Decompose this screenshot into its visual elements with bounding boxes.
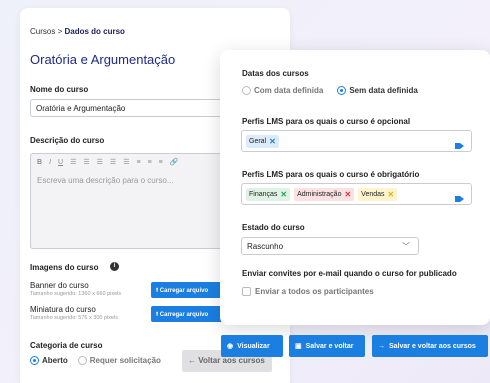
state-select[interactable]: Rascunho ﹀ <box>241 237 419 255</box>
radio-requer-label: Requer solicitação <box>89 356 161 365</box>
breadcrumb-current: Dados do curso <box>64 27 125 36</box>
eye-icon: ◉ <box>227 343 234 350</box>
tag-icon <box>455 190 464 202</box>
toolbar-button[interactable]: ☰ <box>70 158 76 166</box>
invites-label: Enviar convites por e-mail quando o curs… <box>242 269 457 278</box>
radio-sem-data[interactable]: Sem data definida <box>337 86 418 96</box>
toolbar-button[interactable]: B <box>37 159 42 166</box>
profile-tag-label: Administração <box>297 190 342 198</box>
radio-aberto-label: Aberto <box>42 356 68 365</box>
banner-label: Banner do curso <box>30 281 89 290</box>
checkbox-icon <box>242 287 251 296</box>
banner-upload-label: Carregar arquivo <box>159 288 209 294</box>
thumbnail-label: Miniatura do curso <box>30 305 96 314</box>
radio-sem-data-label: Sem data definida <box>349 86 418 95</box>
tag-icon <box>455 137 464 149</box>
description-editor[interactable]: B I U ☰ ☰ ☰ ☰ ☰ ≡ ≡ ≡ 🔗 Escreva uma descrição para … <box>30 153 240 249</box>
thumbnail-upload-label: Carregar arquivo <box>159 312 209 318</box>
save-back-button[interactable]: ▣ Salvar e voltar <box>289 335 365 357</box>
course-name-label: Nome do curso <box>30 85 89 94</box>
banner-upload-button[interactable]: ⭱ Carregar arquivo <box>151 282 223 298</box>
dates-radio-group: Com data definida Sem data definida <box>242 86 418 96</box>
save-back-label: Salvar e voltar <box>305 342 354 350</box>
arrow-right-icon: → <box>378 342 385 350</box>
state-value: Rascunho <box>247 242 284 251</box>
description-placeholder: Escreva uma descrição para o curso... <box>37 176 174 185</box>
category-label: Categoria de curso <box>30 341 103 350</box>
category-radio-group: Aberto Requer solicitação <box>30 356 161 366</box>
send-all-label: Enviar a todos os participantes <box>255 287 374 296</box>
profile-tag-label: Finanças <box>249 190 278 198</box>
optional-profiles-label: Perfis LMS para os quais o curso é opcio… <box>242 117 411 126</box>
toolbar-button[interactable]: ≡ <box>136 159 140 166</box>
toolbar-button[interactable]: ☰ <box>83 158 89 166</box>
profile-tag: Finanças ✕ <box>246 187 291 201</box>
radio-requer-solicitacao[interactable]: Requer solicitação <box>77 356 161 366</box>
toolbar-button[interactable]: ≡ <box>159 159 163 166</box>
info-icon[interactable]: i <box>110 262 119 271</box>
remove-tag-icon[interactable]: ✕ <box>280 190 287 199</box>
banner-hint: Tamanho sugerido: 1360 x 660 pixels <box>30 291 122 297</box>
view-label: Visualizar <box>237 342 270 350</box>
description-label: Descrição do curso <box>30 136 105 145</box>
profile-tag: Vendas ✕ <box>358 187 398 201</box>
toolbar-button[interactable]: ☰ <box>97 158 103 166</box>
radio-unselected-icon <box>77 356 87 366</box>
profile-tag-label: Geral <box>249 137 267 145</box>
profile-tag: Administração ✕ <box>294 187 355 201</box>
radio-com-data-label: Com data definida <box>254 86 324 95</box>
breadcrumb-root[interactable]: Cursos <box>30 27 55 36</box>
save-back-courses-button[interactable]: → Salvar e voltar aos cursos <box>372 335 488 357</box>
editor-toolbar: B I U ☰ ☰ ☰ ☰ ☰ ≡ ≡ ≡ 🔗 <box>31 154 239 170</box>
thumbnail-hint: Tamanho sugerido: 576 x 300 pixels <box>30 315 119 321</box>
required-profiles-input[interactable]: Finanças ✕ Administração ✕ Vendas ✕ <box>241 183 472 205</box>
radio-aberto[interactable]: Aberto <box>30 356 68 366</box>
toolbar-button[interactable]: ☰ <box>110 158 116 166</box>
radio-selected-icon <box>30 356 39 366</box>
send-all-checkbox[interactable]: Enviar a todos os participantes <box>242 287 374 296</box>
toolbar-button[interactable]: 🔗 <box>170 158 179 166</box>
chevron-down-icon: ﹀ <box>402 242 410 251</box>
radio-selected-icon <box>337 86 347 96</box>
radio-unselected-icon <box>242 86 251 96</box>
toolbar-button[interactable]: U <box>58 159 63 166</box>
radio-com-data[interactable]: Com data definida <box>242 86 324 96</box>
dates-label: Datas dos cursos <box>242 69 309 78</box>
required-profiles-label: Perfis LMS para os quais o curso é obrig… <box>242 170 420 179</box>
view-button[interactable]: ◉ Visualizar <box>221 335 283 357</box>
save-icon: ▣ <box>295 343 302 350</box>
images-label: Imagens do curso <box>30 263 99 272</box>
optional-profiles-input[interactable]: Geral ✕ <box>241 130 472 152</box>
toolbar-button[interactable]: ☰ <box>123 158 129 166</box>
page-title: Oratória e Argumentação <box>30 52 176 67</box>
profile-tag-label: Vendas <box>361 190 385 198</box>
remove-tag-icon[interactable]: ✕ <box>344 190 351 199</box>
profile-tag: Geral ✕ <box>246 134 279 148</box>
thumbnail-upload-button[interactable]: ⭱ Carregar arquivo <box>151 306 223 322</box>
save-back-courses-label: Salvar e voltar aos cursos <box>389 342 476 350</box>
course-name-input[interactable]: Oratória e Argumentação <box>30 99 240 117</box>
breadcrumb: Cursos > Dados do curso <box>30 27 125 36</box>
state-label: Estado do curso <box>242 223 305 232</box>
back-label: Voltar aos cursos <box>198 356 265 365</box>
arrow-left-icon: ← <box>188 356 199 365</box>
remove-tag-icon[interactable]: ✕ <box>269 137 276 146</box>
remove-tag-icon[interactable]: ✕ <box>388 190 395 199</box>
toolbar-button[interactable]: ≡ <box>148 159 152 166</box>
toolbar-button[interactable]: I <box>49 159 51 166</box>
